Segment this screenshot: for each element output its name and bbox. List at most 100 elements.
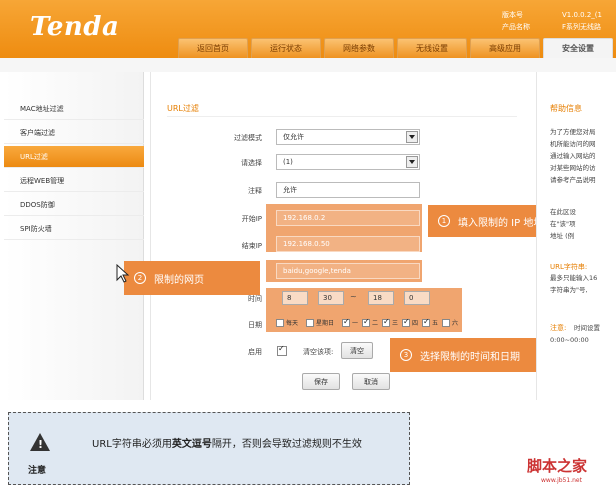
help-line: 字符串为"号,: [550, 286, 588, 294]
day-label: 五: [432, 320, 439, 327]
url-string-input[interactable]: baidu,google,tenda: [276, 263, 420, 279]
product-name-value: F系列无线路: [562, 23, 602, 31]
checkbox[interactable]: [342, 317, 350, 327]
sidebar-item-client-filter[interactable]: 客户端过滤: [4, 122, 144, 144]
enable-checkbox[interactable]: [277, 344, 287, 356]
day-monday[interactable]: 一: [342, 317, 359, 327]
callout-text: 限制的网页: [154, 274, 204, 286]
day-label: 每天: [286, 320, 299, 327]
checkbox[interactable]: [362, 317, 370, 327]
tab-home[interactable]: 返回首页: [178, 38, 248, 58]
help-note-text-2: 0:00~00:00: [550, 336, 589, 344]
tab-advanced[interactable]: 高级应用: [470, 38, 540, 58]
day-label: 一: [352, 320, 359, 327]
tenda-logo: Tenda: [30, 12, 120, 42]
help-line: 在此区设: [550, 208, 576, 216]
enable-label: 启用: [248, 348, 262, 356]
start-minute-select[interactable]: 30: [318, 291, 344, 305]
rule-select[interactable]: (1): [276, 154, 420, 170]
help-line: 对某些网站的访: [550, 164, 596, 172]
help-note-title: 注意:: [550, 324, 567, 332]
day-wednesday[interactable]: 三: [382, 317, 399, 327]
tab-network[interactable]: 网络参数: [324, 38, 394, 58]
chevron-down-icon: [406, 131, 418, 143]
sidebar: MAC地址过滤 客户端过滤 URL过滤 远程WEB管理 DDOS防御 SPI防火…: [4, 72, 144, 400]
checkbox[interactable]: [422, 317, 430, 327]
filter-mode-label: 过滤模式: [234, 134, 262, 142]
top-nav-tabs: 返回首页 运行状态 网络参数 无线设置 高级应用 安全设置: [178, 38, 616, 58]
select-rule-label: 请选择: [241, 159, 262, 167]
start-ip-label: 开始IP: [241, 215, 262, 223]
time-separator: ~: [350, 292, 357, 301]
day-tuesday[interactable]: 二: [362, 317, 379, 327]
end-ip-label: 结束IP: [241, 242, 262, 250]
sidebar-item-remote-web[interactable]: 远程WEB管理: [4, 170, 144, 192]
save-button[interactable]: 保存: [302, 373, 340, 390]
note-text: URL字符串必须用英文逗号隔开，否则会导致过滤规则不生效: [92, 436, 382, 454]
sidebar-item-mac-filter[interactable]: MAC地址过滤: [4, 98, 144, 120]
help-line: 为了方便您对局: [550, 128, 596, 136]
header-gap: [0, 58, 616, 72]
day-friday[interactable]: 五: [422, 317, 439, 327]
tab-status[interactable]: 运行状态: [251, 38, 321, 58]
site-watermark: 脚本之家: [527, 457, 588, 475]
end-hour-select[interactable]: 18: [368, 291, 394, 305]
clear-button[interactable]: 清空: [341, 342, 373, 359]
day-saturday[interactable]: 六: [442, 318, 458, 327]
checkbox[interactable]: [442, 318, 450, 327]
cancel-button[interactable]: 取消: [352, 373, 390, 390]
rule-select-value: (1): [283, 158, 293, 166]
callout-number: 2: [134, 272, 146, 284]
day-thursday[interactable]: 四: [402, 317, 418, 327]
version-value: V1.0.0.2_(1: [562, 11, 602, 19]
start-ip-input[interactable]: 192.168.0.2: [276, 210, 420, 226]
day-label: 三: [392, 320, 399, 327]
end-ip-input[interactable]: 192.168.0.50: [276, 236, 420, 252]
filter-mode-select[interactable]: 仅允许: [276, 129, 420, 145]
warning-mark: !: [38, 438, 44, 451]
checkbox[interactable]: [402, 317, 410, 327]
day-label: 二: [372, 320, 379, 327]
help-line: 通过输入网站的: [550, 152, 596, 160]
start-ip-value: 192.168.0.2: [283, 214, 326, 222]
help-line: 地址 (例: [550, 232, 575, 240]
comment-label: 注释: [248, 187, 262, 195]
mouse-cursor-icon: [116, 264, 130, 283]
end-minute-select[interactable]: 0: [404, 291, 430, 305]
chevron-down-icon: [406, 156, 418, 168]
product-name-label: 产品名称: [502, 23, 530, 31]
checkbox[interactable]: [276, 318, 284, 327]
help-title: 帮助信息: [550, 104, 582, 113]
end-ip-value: 192.168.0.50: [283, 240, 330, 248]
checkbox[interactable]: [306, 318, 314, 327]
sidebar-item-ddos[interactable]: DDOS防御: [4, 194, 144, 216]
day-label: 星期日: [316, 320, 335, 327]
comment-input[interactable]: 允许: [276, 182, 420, 198]
help-text: 为了方便您对局 机所能访问的网 通过输入网站的 对某些网站的访 请参考产品说明: [550, 126, 616, 186]
start-hour-select[interactable]: 8: [282, 291, 308, 305]
tab-security[interactable]: 安全设置: [543, 38, 613, 58]
callout-url: 2 限制的网页: [124, 261, 260, 295]
help-line: 在"该"项: [550, 220, 576, 228]
help-line: 最多只能输入16: [550, 274, 598, 282]
help-note-text-1: 时间设置: [574, 324, 600, 332]
meta-labels: 版本号 产品名称: [502, 9, 530, 33]
help-url-title: URL字符串:: [550, 263, 588, 271]
sidebar-item-url-filter[interactable]: URL过滤: [4, 146, 144, 168]
day-sunday[interactable]: 星期日: [306, 318, 334, 327]
filter-mode-value: 仅允许: [283, 133, 304, 141]
time-label: 时间: [248, 295, 262, 303]
meta-values: V1.0.0.2_(1 F系列无线路: [562, 9, 602, 33]
page-title: URL过滤: [167, 104, 199, 113]
callout-number: 3: [400, 349, 412, 361]
callout-number: 1: [438, 215, 450, 227]
help-url-text: 最多只能输入16 字符串为"号,: [550, 272, 616, 296]
day-everyday[interactable]: 每天: [276, 318, 298, 327]
callout-time-date: 3 选择限制的时间和日期: [390, 338, 556, 372]
tab-wireless[interactable]: 无线设置: [397, 38, 467, 58]
sidebar-item-spi-firewall[interactable]: SPI防火墙: [4, 218, 144, 240]
help-line: 机所能访问的网: [550, 140, 596, 148]
note-text-bold: 英文逗号: [171, 439, 212, 450]
checkbox[interactable]: [382, 317, 390, 327]
version-label: 版本号: [502, 11, 523, 19]
